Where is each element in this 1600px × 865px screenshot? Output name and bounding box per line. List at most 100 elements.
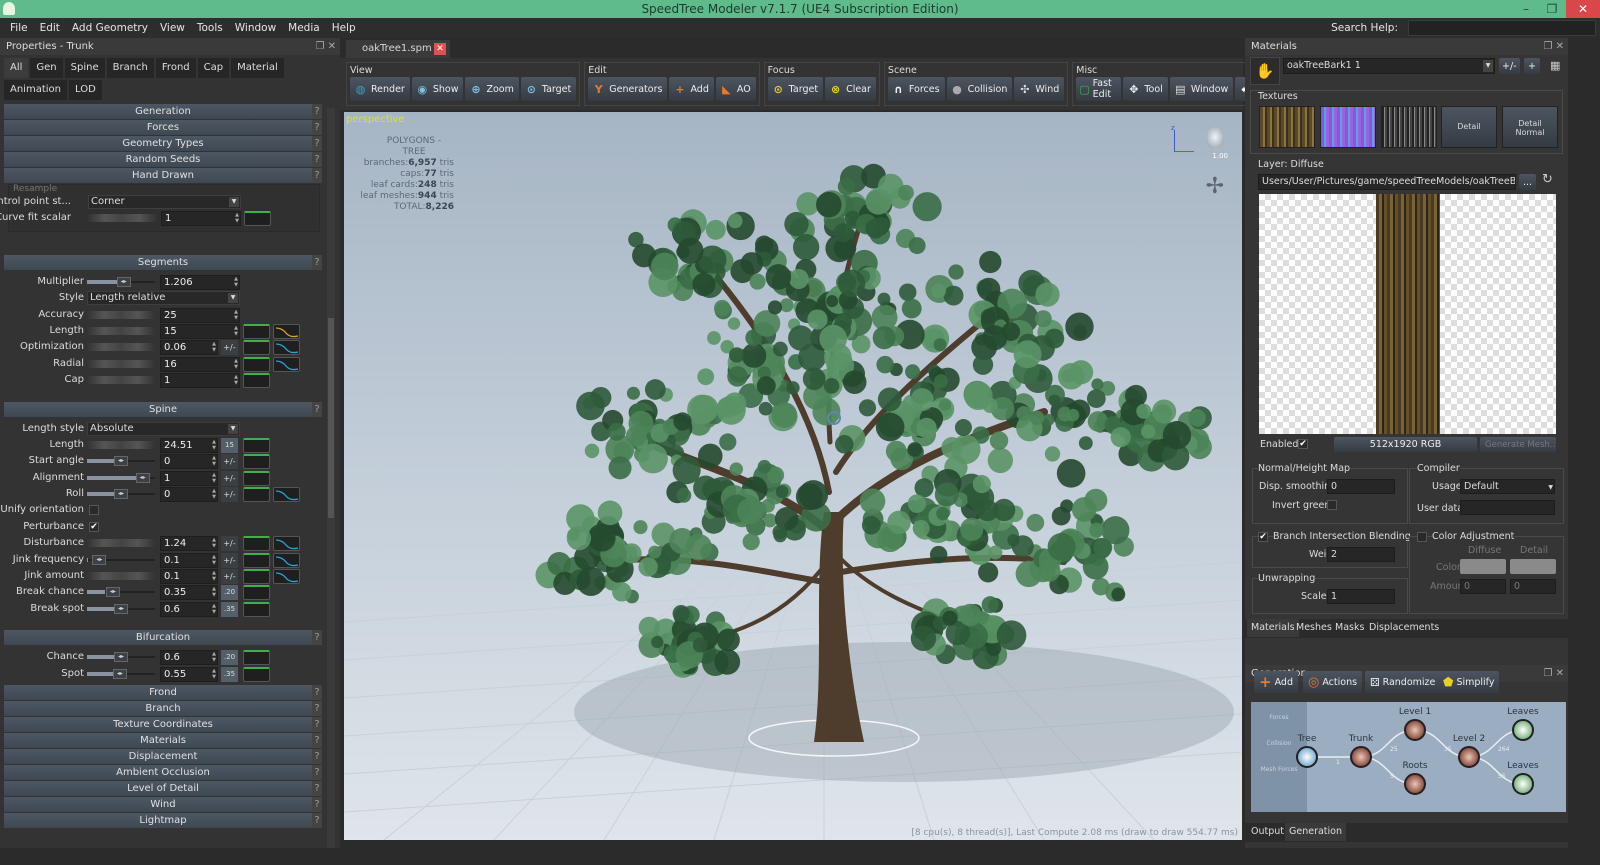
- gen-randomize-button[interactable]: ⚄ Randomize: [1365, 671, 1441, 693]
- slider-knob[interactable]: ◂▸: [105, 587, 120, 598]
- texture-path-input[interactable]: Users/User/Pictures/game/speedTreeModels…: [1258, 174, 1516, 190]
- detail-color-swatch[interactable]: [1510, 559, 1556, 574]
- graph-node-tree[interactable]: [1296, 746, 1318, 768]
- spinner-icon[interactable]: ▲ ▼: [212, 472, 216, 484]
- section-ambient-occlusion[interactable]: Ambient Occlusion?: [4, 764, 322, 780]
- variance-badge[interactable]: .20: [221, 585, 238, 601]
- generators-button[interactable]: Y Generators: [588, 77, 668, 101]
- spinner-icon[interactable]: ▲ ▼: [212, 488, 216, 500]
- property-slider[interactable]: [87, 539, 155, 548]
- target-button[interactable]: ⊙ Target: [520, 77, 577, 101]
- section-level-of-detail[interactable]: Level of Detail?: [4, 780, 322, 796]
- zoom-button[interactable]: ⊕ Zoom: [465, 77, 519, 101]
- color-adjustment-checkbox[interactable]: [1417, 532, 1427, 542]
- property-value-input[interactable]: 1 ▲ ▼: [161, 211, 241, 227]
- properties-scrollbar[interactable]: [327, 108, 335, 848]
- property-value-input[interactable]: 0.1 ▲ ▼: [160, 552, 218, 568]
- section-frond[interactable]: Frond?: [4, 684, 322, 700]
- enabled-checkbox[interactable]: ✔: [1298, 439, 1308, 449]
- tab-branch[interactable]: Branch: [106, 58, 154, 78]
- property-slider[interactable]: ◂▸: [87, 472, 155, 483]
- section-branch[interactable]: Branch?: [4, 700, 322, 716]
- diffuse-color-swatch[interactable]: [1460, 559, 1506, 574]
- generate-mesh-button[interactable]: Generate Mesh...: [1480, 437, 1556, 452]
- spinner-icon[interactable]: ▲ ▼: [212, 537, 216, 549]
- property-value-input[interactable]: 1.206 ▲ ▼: [160, 274, 240, 290]
- forces-button[interactable]: ∩ Forces: [887, 77, 945, 101]
- curve-editor-button[interactable]: [243, 552, 270, 568]
- tab-lod[interactable]: LOD: [68, 80, 102, 100]
- tab-generation[interactable]: Generation: [1285, 823, 1346, 841]
- slider-knob[interactable]: ◂▸: [92, 554, 107, 565]
- profile-curve-button[interactable]: [273, 569, 300, 585]
- property-value-input[interactable]: 0.35 ▲ ▼: [160, 585, 218, 601]
- slider-knob[interactable]: ◂▸: [114, 489, 128, 500]
- property-slider[interactable]: ◂▸: [87, 456, 155, 467]
- property-slider[interactable]: ◂▸: [87, 587, 155, 598]
- tab-masks[interactable]: Masks: [1331, 619, 1368, 637]
- gen-actions-button[interactable]: ◎ Actions: [1303, 671, 1363, 693]
- detail-texture-slot[interactable]: Detail: [1441, 106, 1497, 148]
- variance-button[interactable]: +/-: [221, 487, 238, 503]
- property-dropdown[interactable]: Length relative ▼: [87, 291, 240, 306]
- property-value-input[interactable]: 1 ▲ ▼: [160, 470, 218, 486]
- curve-editor-button[interactable]: [243, 585, 270, 601]
- property-slider[interactable]: ◂▸: [87, 668, 155, 679]
- add-material-button[interactable]: +: [1524, 58, 1540, 74]
- property-value-input[interactable]: 0 ▲ ▼: [160, 487, 218, 503]
- curve-editor-button[interactable]: [243, 373, 270, 389]
- panel-float-close-icon[interactable]: ❐ ✕: [1543, 665, 1564, 682]
- show-button[interactable]: ◉ Show: [411, 77, 464, 101]
- property-dropdown[interactable]: Absolute ▼: [87, 421, 240, 436]
- spinner-icon[interactable]: ▲ ▼: [234, 309, 238, 321]
- help-icon[interactable]: ?: [312, 732, 322, 748]
- viewport-mode-label[interactable]: perspective: [346, 114, 405, 125]
- 3d-viewport[interactable]: perspective POLYGONS - TREE branches:6,9…: [344, 112, 1242, 840]
- usage-select[interactable]: Default ▼: [1460, 479, 1555, 494]
- spinner-icon[interactable]: ▲ ▼: [212, 341, 216, 353]
- property-checkbox[interactable]: ✔: [89, 521, 99, 532]
- tab-displacements[interactable]: Displacements: [1365, 619, 1443, 637]
- section-texture-coordinates[interactable]: Texture Coordinates?: [4, 716, 322, 732]
- help-icon[interactable]: ?: [312, 401, 322, 417]
- fast-edit-button[interactable]: ▢ Fast Edit: [1076, 77, 1122, 101]
- section-wind[interactable]: Wind?: [4, 796, 322, 812]
- close-button[interactable]: ✕: [1566, 0, 1600, 18]
- window-button[interactable]: ▤ Window: [1169, 77, 1234, 101]
- help-icon[interactable]: ?: [312, 764, 322, 780]
- curve-editor-button[interactable]: [243, 536, 270, 552]
- spinner-icon[interactable]: ▲ ▼: [235, 212, 239, 224]
- material-plusminus-button[interactable]: +/-: [1499, 58, 1520, 74]
- property-slider[interactable]: ◂▸: [87, 276, 155, 287]
- variance-button[interactable]: +/-: [221, 536, 238, 552]
- property-checkbox[interactable]: [89, 505, 99, 516]
- spinner-icon[interactable]: ▲ ▼: [212, 651, 216, 663]
- slider-knob[interactable]: ◂▸: [116, 276, 131, 287]
- property-value-input[interactable]: 16 ▲ ▼: [160, 356, 240, 372]
- help-icon[interactable]: ?: [312, 120, 322, 135]
- tab-material[interactable]: Material: [231, 58, 284, 78]
- help-icon[interactable]: ?: [312, 136, 322, 151]
- spinner-icon[interactable]: ▲ ▼: [234, 374, 238, 386]
- variance-button[interactable]: +/-: [221, 552, 238, 568]
- property-slider[interactable]: ◂▸: [87, 489, 155, 500]
- wind-fan-icon[interactable]: ✢: [1206, 174, 1224, 199]
- spinner-icon[interactable]: ▲ ▼: [212, 603, 216, 615]
- slider-knob[interactable]: ◂▸: [112, 668, 127, 679]
- user-data-input[interactable]: [1460, 500, 1555, 515]
- property-slider[interactable]: [87, 343, 155, 352]
- section-geometry-types[interactable]: Geometry Types?: [4, 136, 322, 151]
- weight-input[interactable]: 2: [1327, 547, 1395, 562]
- diffuse-amount-input[interactable]: 0: [1460, 579, 1506, 594]
- curve-editor-button[interactable]: [243, 569, 270, 585]
- menu-add-geometry[interactable]: Add Geometry: [66, 22, 154, 34]
- help-icon[interactable]: ?: [312, 684, 322, 700]
- slider-knob[interactable]: ◂▸: [135, 472, 150, 483]
- property-value-input[interactable]: 0.06 ▲ ▼: [160, 340, 218, 356]
- curve-editor-button[interactable]: [243, 340, 270, 356]
- curve-editor-button[interactable]: [243, 487, 270, 503]
- spinner-icon[interactable]: ▲ ▼: [212, 586, 216, 598]
- tab-all[interactable]: All: [4, 58, 29, 78]
- spinner-icon[interactable]: ▲ ▼: [234, 358, 238, 370]
- tab-output[interactable]: Output: [1247, 823, 1288, 841]
